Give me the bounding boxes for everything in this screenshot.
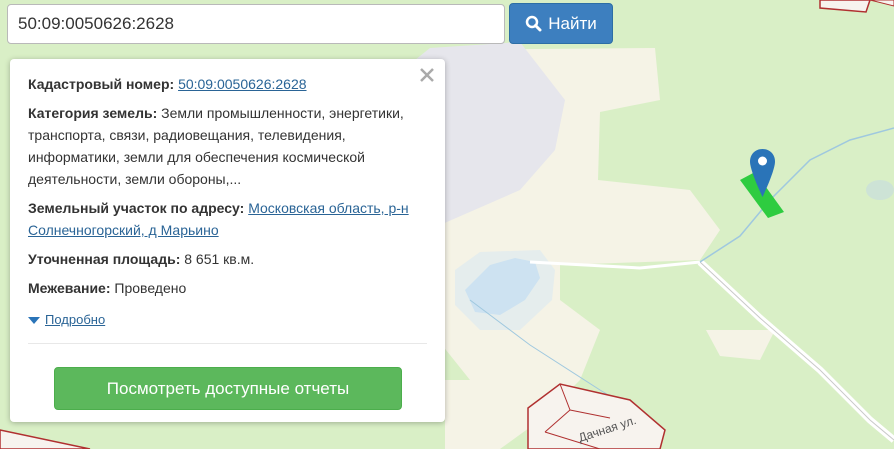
search-icon — [525, 15, 542, 32]
survey-label: Межевание: — [28, 280, 111, 296]
cadastral-label: Кадастровый номер: — [28, 76, 175, 92]
address-label: Земельный участок по адресу: — [28, 200, 245, 216]
area-value: 8 651 кв.м. — [184, 251, 255, 267]
address-row: Земельный участок по адресу: Московская … — [28, 197, 427, 241]
more-toggle[interactable]: Подробно — [28, 309, 427, 331]
area-label: Уточненная площадь: — [28, 251, 181, 267]
close-icon[interactable] — [418, 66, 436, 84]
survey-row: Межевание: Проведено — [28, 277, 427, 299]
search-input[interactable] — [7, 4, 505, 44]
view-reports-button[interactable]: Посмотреть доступные отчеты — [54, 367, 402, 410]
more-link[interactable]: Подробно — [45, 309, 105, 331]
search-button-label: Найти — [548, 13, 597, 33]
search-button[interactable]: Найти — [509, 3, 613, 44]
survey-value: Проведено — [114, 280, 187, 296]
category-row: Категория земель: Земли промышленности, … — [28, 102, 427, 190]
cadastral-row: Кадастровый номер: 50:09:0050626:2628 — [28, 73, 427, 95]
caret-down-icon — [28, 316, 40, 324]
cadastral-number-link[interactable]: 50:09:0050626:2628 — [178, 76, 306, 92]
area-row: Уточненная площадь: 8 651 кв.м. — [28, 248, 427, 270]
parcel-info-panel: Кадастровый номер: 50:09:0050626:2628 Ка… — [10, 59, 445, 422]
small-pond — [866, 180, 894, 200]
divider — [28, 343, 427, 344]
map-marker-icon[interactable] — [749, 148, 776, 198]
category-label: Категория земель: — [28, 105, 158, 121]
